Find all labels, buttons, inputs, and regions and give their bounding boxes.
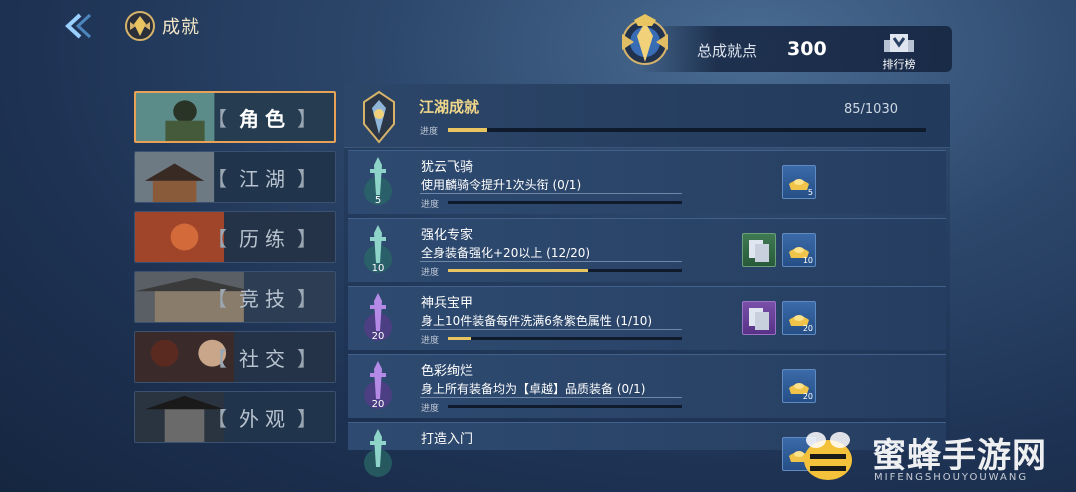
achievement-progress-label: 进度	[421, 404, 440, 414]
back-arrow-icon[interactable]	[62, 12, 94, 40]
item-scroll-icon	[749, 240, 769, 262]
achievement-progress-bar	[448, 337, 682, 340]
leaderboard-button[interactable]: 排行榜	[878, 32, 920, 72]
achievement-name: 打造入门	[421, 432, 474, 447]
achievement-progress-bar	[448, 269, 682, 272]
achievement-name: 强化专家	[421, 228, 474, 243]
top-bar: 成就 总成就点 300 排行榜	[0, 0, 1076, 80]
reward-gold-ingot[interactable]: 20	[782, 369, 816, 403]
reward-item[interactable]	[742, 301, 776, 335]
divider	[420, 397, 682, 398]
reward-gold-ingot[interactable]: 10	[782, 233, 816, 267]
reward-gold-ingot[interactable]: 5	[782, 165, 816, 199]
total-points-label: 总成就点	[697, 42, 758, 60]
achievement-points: 10	[371, 263, 385, 274]
achievement-progress-label: 进度	[421, 268, 440, 278]
tab-lilian-label: 历练	[239, 226, 291, 251]
reward-gold-ingot[interactable]: 20	[782, 301, 816, 335]
page-title: 成就	[162, 17, 200, 38]
achievement-row[interactable]: 20 色彩绚烂 身上所有装备均为【卓越】品质装备 (0/1) 进度 20	[348, 354, 946, 418]
watermark-text: 蜜蜂手游网	[872, 436, 1047, 476]
tab-jingji[interactable]: 【竞技】	[134, 271, 336, 323]
divider	[420, 329, 682, 330]
leaderboard-icon	[884, 34, 914, 52]
achievement-progress-label: 进度	[421, 200, 440, 210]
reward-count: 10	[802, 256, 813, 265]
achievement-points: 20	[371, 399, 385, 410]
category-progress-label: 进度	[420, 127, 439, 137]
achievement-row[interactable]: 20 神兵宝甲 身上10件装备每件洗满6条紫色属性 (1/10) 进度 20	[348, 286, 946, 350]
reward-count: 20	[802, 392, 813, 401]
category-progress-bar	[448, 128, 926, 132]
total-points-value: 300	[787, 38, 827, 60]
achievement-name: 神兵宝甲	[421, 296, 474, 311]
achievement-name: 犹云飞骑	[421, 160, 474, 175]
achievement-sword-icon	[364, 429, 392, 477]
watermark-subtext: MIFENGSHOUYOUWANG	[874, 472, 1029, 483]
category-title: 江湖成就	[419, 98, 480, 116]
achievement-row[interactable]: 10 强化专家 全身装备强化+20以上 (12/20) 进度 10	[348, 218, 946, 282]
tab-lilian[interactable]: 【历练】	[134, 211, 336, 263]
tab-jianghu[interactable]: 【江湖】	[134, 151, 336, 203]
achievement-name: 色彩绚烂	[421, 364, 474, 379]
tab-shejiao[interactable]: 【社交】	[134, 331, 336, 383]
divider	[420, 261, 682, 262]
item-scroll-icon	[749, 308, 769, 330]
reward-count: 5	[807, 188, 813, 197]
reward-item[interactable]	[742, 233, 776, 267]
tab-role-label: 角色	[239, 106, 291, 131]
category-emblem-icon	[363, 90, 395, 144]
tab-role[interactable]: 【角色】	[134, 91, 336, 143]
achievement-emblem-icon	[125, 11, 155, 41]
tab-shejiao-label: 社交	[239, 346, 291, 371]
tab-jingji-label: 竞技	[239, 286, 291, 311]
leaderboard-label: 排行榜	[882, 58, 916, 71]
category-summary: 江湖成就 85/1030 进度	[344, 84, 950, 148]
achievement-progress-label: 进度	[421, 336, 440, 346]
achievement-description: 身上10件装备每件洗满6条紫色属性 (1/10)	[421, 314, 653, 328]
tab-jianghu-label: 江湖	[239, 166, 291, 191]
total-points-emblem-icon	[622, 14, 668, 65]
reward-count: 20	[802, 324, 813, 333]
achievement-points: 20	[371, 331, 385, 342]
achievement-row[interactable]: 5 犹云飞骑 使用麟骑令提升1次头衔 (0/1) 进度 5	[348, 150, 946, 214]
tab-waiguan-label: 外观	[239, 406, 291, 431]
achievement-progress-bar	[448, 201, 682, 204]
achievement-description: 身上所有装备均为【卓越】品质装备 (0/1)	[421, 382, 646, 396]
achievement-points: 5	[374, 195, 382, 206]
category-count: 85/1030	[843, 102, 898, 117]
achievement-progress-bar	[448, 405, 682, 408]
tab-waiguan[interactable]: 【外观】	[134, 391, 336, 443]
divider	[420, 193, 682, 194]
achievement-description: 使用麟骑令提升1次头衔 (0/1)	[421, 178, 582, 192]
achievement-description: 全身装备强化+20以上 (12/20)	[421, 246, 591, 260]
